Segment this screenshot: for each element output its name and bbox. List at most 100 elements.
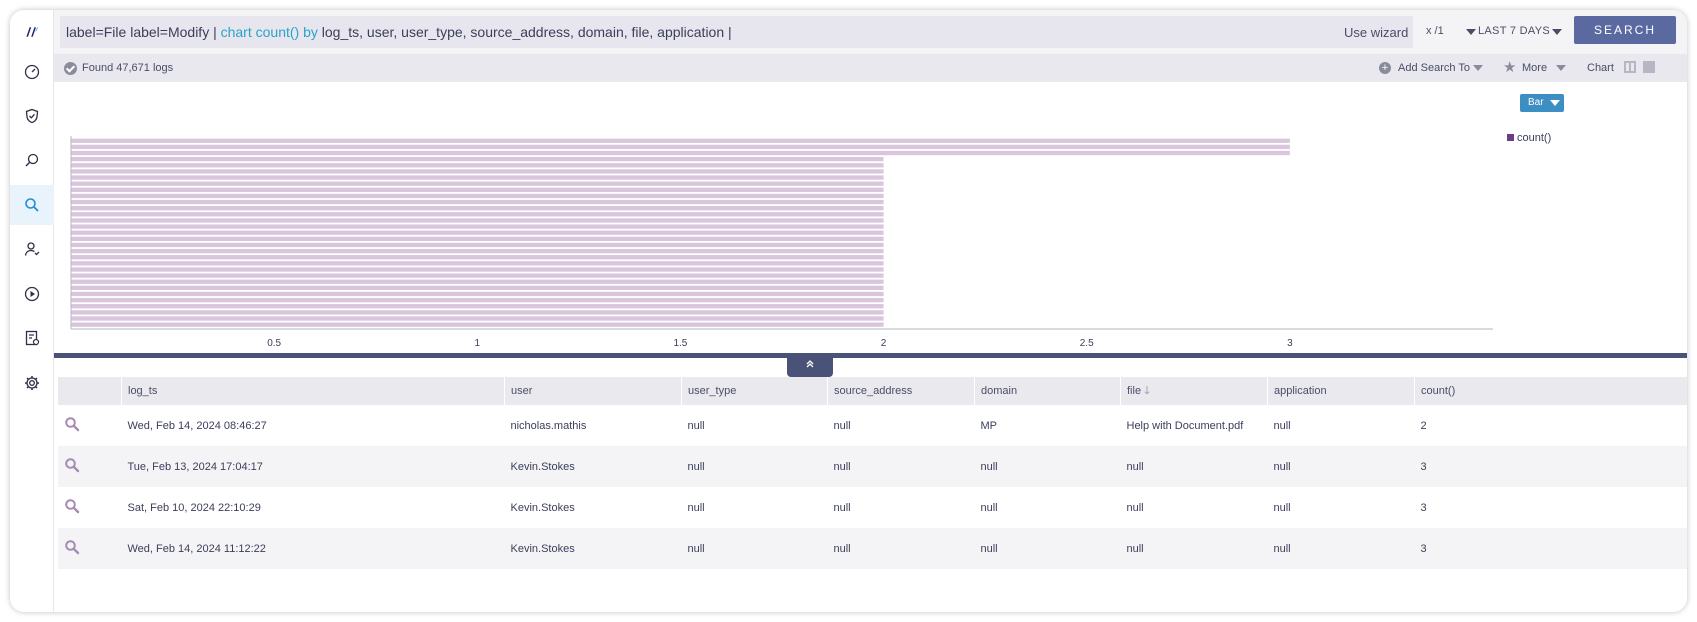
more-button[interactable]: More: [1522, 62, 1547, 74]
sidebar-item-search[interactable]: [10, 185, 54, 225]
query-input[interactable]: label=File label=Modify | chart count() …: [60, 16, 1413, 48]
sidebar-item-dashboard[interactable]: [10, 52, 54, 92]
sidebar-item-security[interactable]: [10, 96, 54, 136]
add-search-to-button[interactable]: Add Search To: [1398, 62, 1470, 74]
chart-bar[interactable]: [71, 218, 884, 223]
chart-bar[interactable]: [71, 199, 884, 205]
chevron-down-icon[interactable]: [1552, 29, 1562, 35]
table-cell-log-ts: Wed, Feb 14, 2024 08:46:27: [121, 405, 505, 446]
chart-bar[interactable]: [71, 150, 1290, 156]
chart-bar[interactable]: [71, 138, 1290, 143]
chart-bar[interactable]: [71, 193, 884, 199]
sort-down-icon[interactable]: 🡓: [1144, 385, 1150, 397]
sidebar-item-settings[interactable]: [10, 363, 54, 403]
chart-bar[interactable]: [71, 181, 884, 186]
chart-bar[interactable]: [71, 212, 884, 217]
chart-bar[interactable]: [71, 230, 884, 235]
chevron-down-icon[interactable]: [1556, 65, 1566, 71]
logo-icon[interactable]: [10, 12, 54, 52]
table-cell-file: null: [1120, 487, 1268, 528]
chart-bar[interactable]: [71, 273, 884, 278]
chart-bar[interactable]: [71, 267, 884, 272]
column-header[interactable]: user: [504, 377, 682, 405]
query-text: label=File label=Modify |: [66, 24, 221, 40]
panel-divider[interactable]: [54, 353, 1687, 358]
chart-bar[interactable]: [71, 236, 884, 241]
results-table: log_ts user user_type source_address domain f…: [57, 377, 1687, 569]
search-button[interactable]: SEARCH: [1574, 16, 1676, 44]
chart-bar[interactable]: [71, 242, 884, 248]
time-range-selector[interactable]: LAST 7 DAYS: [1478, 25, 1550, 37]
chart-bar[interactable]: [71, 175, 884, 180]
chart-bar[interactable]: [71, 261, 884, 266]
app-window: label=File label=Modify | chart count() …: [10, 10, 1687, 612]
gauge-icon: [24, 64, 40, 80]
chart-bar[interactable]: [71, 316, 884, 321]
magnifier-icon[interactable]: [64, 416, 80, 432]
table-row[interactable]: Tue, Feb 13, 2024 17:04:17 Kevin.Stokes nu…: [57, 446, 1687, 487]
chart-bar[interactable]: [71, 297, 884, 303]
row-action-cell: [57, 405, 122, 446]
chart-bar[interactable]: [71, 206, 884, 211]
table-row[interactable]: Sat, Feb 10, 2024 22:10:29 Kevin.Stokes nu…: [57, 487, 1687, 528]
chart-bar[interactable]: [71, 255, 884, 260]
chart-bar[interactable]: [71, 310, 884, 315]
column-header[interactable]: application: [1267, 377, 1415, 405]
found-count: Found 47,671 logs: [82, 62, 174, 74]
sidebar-item-users[interactable]: [10, 229, 54, 269]
chart-bar[interactable]: [71, 144, 1290, 150]
sidebar-item-investigate[interactable]: [10, 140, 54, 180]
column-header-label: count(): [1421, 385, 1456, 397]
column-header[interactable]: log_ts: [121, 377, 505, 405]
magnifier-icon[interactable]: [64, 539, 80, 555]
chart-bar[interactable]: [71, 322, 884, 327]
sidebar-item-playbooks[interactable]: [10, 274, 54, 314]
table-cell-source-address: null: [827, 405, 975, 446]
chart-bar[interactable]: [71, 163, 884, 168]
table-cell-domain: null: [974, 528, 1121, 569]
use-wizard-link[interactable]: Use wizard: [1344, 25, 1408, 40]
x-tick-label: 1: [475, 338, 481, 349]
sidebar: [10, 10, 54, 612]
collapse-chart-button[interactable]: [787, 357, 833, 377]
magnifier-icon[interactable]: [64, 498, 80, 514]
legend-label: count(): [1517, 132, 1552, 144]
chart-bar[interactable]: [71, 187, 884, 192]
chart-bar[interactable]: [71, 279, 884, 284]
column-header[interactable]: file 🡓: [1120, 377, 1268, 405]
chevron-down-icon[interactable]: [1466, 29, 1476, 35]
chart-bar[interactable]: [71, 169, 884, 174]
chevron-down-icon[interactable]: [1473, 65, 1483, 71]
chart-bar[interactable]: [71, 285, 884, 291]
column-header-label: domain: [981, 385, 1018, 397]
repo-selector[interactable]: x /1: [1426, 25, 1444, 37]
column-header-label: log_ts: [128, 385, 158, 397]
shield-icon: [25, 108, 39, 124]
star-icon[interactable]: ★: [1503, 58, 1516, 76]
full-view-icon[interactable]: [1643, 61, 1655, 73]
table-cell-log-ts: Tue, Feb 13, 2024 17:04:17: [121, 446, 505, 487]
table-cell-source-address: null: [827, 446, 975, 487]
user-icon: [24, 242, 40, 256]
table-row[interactable]: Wed, Feb 14, 2024 08:46:27 nicholas.mathi…: [57, 405, 1687, 446]
chart-type-select[interactable]: Bar: [1520, 94, 1564, 112]
chart-area: Bar count() 0.5 1 1.5 2 2.5 3: [54, 82, 1687, 354]
plus-circle-icon[interactable]: +: [1379, 62, 1391, 74]
column-header[interactable]: count(): [1414, 377, 1687, 405]
investigate-icon: [25, 153, 39, 167]
column-header[interactable]: user_type: [681, 377, 828, 405]
split-view-icon[interactable]: [1624, 61, 1636, 73]
chart-bar[interactable]: [71, 291, 884, 297]
column-header[interactable]: domain: [974, 377, 1121, 405]
table-row[interactable]: Wed, Feb 14, 2024 11:12:22 Kevin.Stokes nu…: [57, 528, 1687, 569]
column-header-actions: [57, 377, 122, 405]
chart-bar[interactable]: [71, 156, 884, 162]
chart-bar[interactable]: [71, 304, 884, 309]
column-header[interactable]: source_address: [827, 377, 975, 405]
chart-bar[interactable]: [71, 248, 884, 254]
table-cell-application: null: [1267, 446, 1415, 487]
chart-bar[interactable]: [71, 224, 884, 229]
sidebar-item-reports[interactable]: [10, 318, 54, 358]
magnifier-icon[interactable]: [64, 457, 80, 473]
query-bar: label=File label=Modify | chart count() …: [54, 10, 1687, 56]
